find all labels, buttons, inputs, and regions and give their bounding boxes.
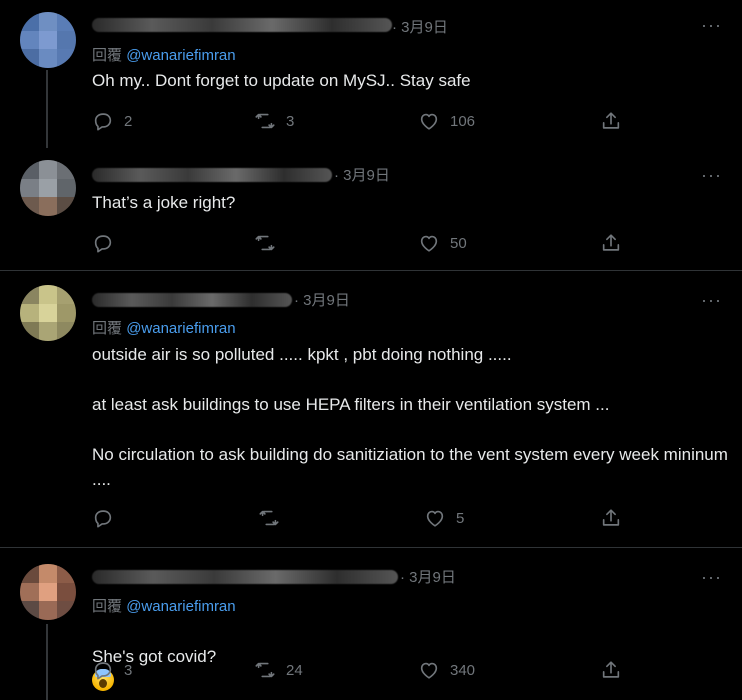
tweet-date[interactable]: · 3月9日 bbox=[294, 289, 350, 310]
tweet-actions: 3 24 340 bbox=[92, 659, 632, 683]
replying-to: 回覆 @wanariefimran bbox=[92, 317, 236, 338]
like-count: 5 bbox=[456, 509, 465, 527]
tweet[interactable]: · 3月9日 ··· That’s a joke right? 50 bbox=[0, 148, 742, 271]
reply-count: 3 bbox=[124, 661, 133, 679]
replying-to: 回覆 @wanariefimran bbox=[92, 44, 236, 65]
retweet-button[interactable] bbox=[254, 232, 286, 254]
replying-to: 回覆 @wanariefimran bbox=[92, 595, 236, 616]
reply-handle-link[interactable]: @wanariefimran bbox=[126, 320, 235, 337]
more-options-icon[interactable]: ··· bbox=[701, 166, 722, 184]
like-button[interactable]: 106 bbox=[418, 110, 475, 132]
tweet[interactable]: · 3月9日 ··· 回覆 @wanariefimran Oh my.. Don… bbox=[0, 0, 742, 148]
like-button[interactable]: 5 bbox=[424, 507, 464, 529]
like-count: 106 bbox=[450, 112, 476, 130]
reply-icon bbox=[94, 235, 112, 253]
reply-button[interactable] bbox=[92, 232, 124, 254]
retweet-icon bbox=[255, 235, 275, 251]
tweet-actions: 50 bbox=[92, 232, 632, 256]
tweet-text: That’s a joke right? bbox=[92, 193, 236, 212]
share-button[interactable] bbox=[600, 507, 622, 529]
like-count: 50 bbox=[450, 234, 467, 252]
avatar[interactable] bbox=[20, 160, 76, 216]
heart-icon bbox=[420, 113, 438, 130]
redacted-username bbox=[92, 570, 398, 584]
retweet-count: 3 bbox=[286, 112, 295, 130]
redacted-username bbox=[92, 293, 292, 307]
more-options-icon[interactable]: ··· bbox=[701, 568, 722, 586]
tweet-text: outside air is so polluted ..... kpkt , … bbox=[92, 345, 728, 489]
reply-handle-link[interactable]: @wanariefimran bbox=[126, 598, 235, 615]
heart-icon bbox=[420, 662, 438, 679]
tweet-date[interactable]: · 3月9日 bbox=[392, 16, 448, 37]
retweet-icon bbox=[255, 113, 275, 129]
like-button[interactable]: 50 bbox=[418, 232, 467, 254]
more-options-icon[interactable]: ··· bbox=[701, 291, 722, 309]
avatar[interactable] bbox=[20, 564, 76, 620]
tweet[interactable]: · 3月9日 ··· 回覆 @wanariefimran outside air… bbox=[0, 271, 742, 548]
reply-prefix: 回覆 bbox=[92, 47, 123, 64]
share-button[interactable] bbox=[600, 232, 622, 254]
more-options-icon[interactable]: ··· bbox=[701, 16, 722, 34]
redacted-username bbox=[92, 168, 332, 182]
like-count: 340 bbox=[450, 661, 476, 679]
like-button[interactable]: 340 bbox=[418, 659, 475, 681]
thread-line bbox=[46, 624, 48, 700]
tweet-date[interactable]: · 3月9日 bbox=[400, 566, 456, 587]
tweet-actions: 5 bbox=[92, 507, 632, 531]
share-icon bbox=[602, 661, 620, 678]
reply-button[interactable]: 2 bbox=[92, 110, 132, 132]
retweet-icon bbox=[259, 510, 279, 526]
reply-icon bbox=[94, 510, 112, 528]
heart-icon bbox=[420, 235, 438, 252]
reply-count: 2 bbox=[124, 112, 133, 130]
retweet-button[interactable] bbox=[258, 507, 290, 529]
retweet-count: 24 bbox=[286, 661, 303, 679]
retweet-button[interactable]: 24 bbox=[254, 659, 303, 681]
reply-button[interactable] bbox=[92, 507, 124, 529]
heart-icon bbox=[426, 510, 444, 527]
share-icon bbox=[602, 112, 620, 129]
reply-handle-link[interactable]: @wanariefimran bbox=[126, 47, 235, 64]
reply-icon bbox=[94, 662, 112, 680]
avatar[interactable] bbox=[20, 285, 76, 341]
retweet-button[interactable]: 3 bbox=[254, 110, 294, 132]
retweet-icon bbox=[255, 662, 275, 678]
share-button[interactable] bbox=[600, 659, 622, 681]
share-icon bbox=[602, 234, 620, 251]
reply-prefix: 回覆 bbox=[92, 320, 123, 337]
tweet-date[interactable]: · 3月9日 bbox=[334, 164, 390, 185]
share-button[interactable] bbox=[600, 110, 622, 132]
tweet-actions: 2 3 106 bbox=[92, 110, 632, 134]
share-icon bbox=[602, 509, 620, 526]
reply-prefix: 回覆 bbox=[92, 598, 123, 615]
redacted-username bbox=[92, 18, 392, 32]
tweet[interactable]: · 3月9日 ··· 回覆 @wanariefimran She's got c… bbox=[0, 548, 742, 700]
reply-button[interactable]: 3 bbox=[92, 659, 132, 681]
thread-line bbox=[46, 70, 48, 148]
avatar[interactable] bbox=[20, 12, 76, 68]
reply-icon bbox=[94, 113, 112, 131]
tweet-text: Oh my.. Dont forget to update on MySJ.. … bbox=[92, 71, 471, 90]
